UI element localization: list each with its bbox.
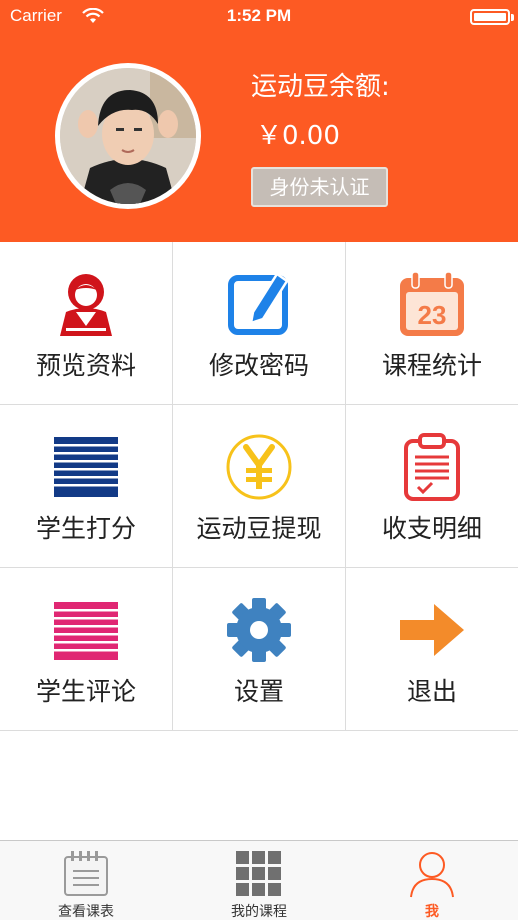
battery-icon xyxy=(470,9,514,25)
menu-label: 收支明细 xyxy=(381,514,482,543)
person-icon xyxy=(410,852,454,898)
profile-header: Carrier 1:52 PM 运动豆余额: ￥0.00 身份未认证 xyxy=(0,0,518,242)
menu-label: 设置 xyxy=(233,677,284,706)
tab-label: 我的课程 xyxy=(231,904,287,920)
menu-item-settings[interactable]: 设置 xyxy=(173,568,346,731)
menu-item-student-comments[interactable]: 学生评论 xyxy=(0,568,173,731)
verify-status-button[interactable]: 身份未认证 xyxy=(251,167,388,207)
menu-label: 运动豆提现 xyxy=(196,514,322,543)
avatar-photo xyxy=(60,68,196,204)
clipboard-icon xyxy=(404,433,460,501)
tab-my-courses[interactable]: 我的课程 xyxy=(173,841,345,920)
menu-item-withdraw[interactable]: 运动豆提现 xyxy=(173,405,346,568)
menu-item-course-stats[interactable]: 23 课程统计 xyxy=(346,242,518,405)
tab-schedule[interactable]: 查看课表 xyxy=(0,841,172,920)
list-lines-icon xyxy=(54,437,118,497)
tab-bar: 查看课表 我的课程 我 xyxy=(0,840,518,920)
menu-label: 学生打分 xyxy=(35,514,136,543)
menu-item-student-scoring[interactable]: 学生打分 xyxy=(0,405,173,568)
tab-label: 我 xyxy=(425,904,439,920)
comment-lines-icon xyxy=(54,602,118,660)
profile-icon xyxy=(60,274,112,336)
menu-item-view-profile[interactable]: 预览资料 xyxy=(0,242,173,405)
menu-item-change-password[interactable]: 修改密码 xyxy=(173,242,346,405)
edit-icon xyxy=(228,272,289,335)
menu-item-logout[interactable]: 退出 xyxy=(346,568,518,731)
avatar[interactable] xyxy=(55,63,201,209)
menu-label: 修改密码 xyxy=(208,351,309,380)
svg-text:23: 23 xyxy=(418,300,447,330)
grid-icon xyxy=(236,851,281,896)
menu-label: 退出 xyxy=(406,677,457,706)
menu-grid: 预览资料 修改密码 23 课程统计 学生打分 运动豆提现 收支明细 学生评论 设… xyxy=(0,242,518,732)
calendar-icon: 23 xyxy=(400,271,464,336)
arrow-right-icon xyxy=(400,604,464,656)
menu-label: 预览资料 xyxy=(35,351,136,380)
balance-value: ￥0.00 xyxy=(256,121,340,151)
clock: 1:52 PM xyxy=(226,6,292,25)
tab-me[interactable]: 我 xyxy=(346,841,518,920)
menu-item-income-expense[interactable]: 收支明细 xyxy=(346,405,518,568)
balance-label: 运动豆余额: xyxy=(251,72,390,102)
tab-label: 查看课表 xyxy=(58,904,114,920)
yen-coin-icon xyxy=(226,434,292,500)
menu-label: 课程统计 xyxy=(381,351,482,380)
schedule-icon xyxy=(64,851,108,896)
menu-label: 学生评论 xyxy=(35,677,136,706)
status-bar: Carrier 1:52 PM xyxy=(0,0,518,34)
gear-icon xyxy=(227,598,291,662)
